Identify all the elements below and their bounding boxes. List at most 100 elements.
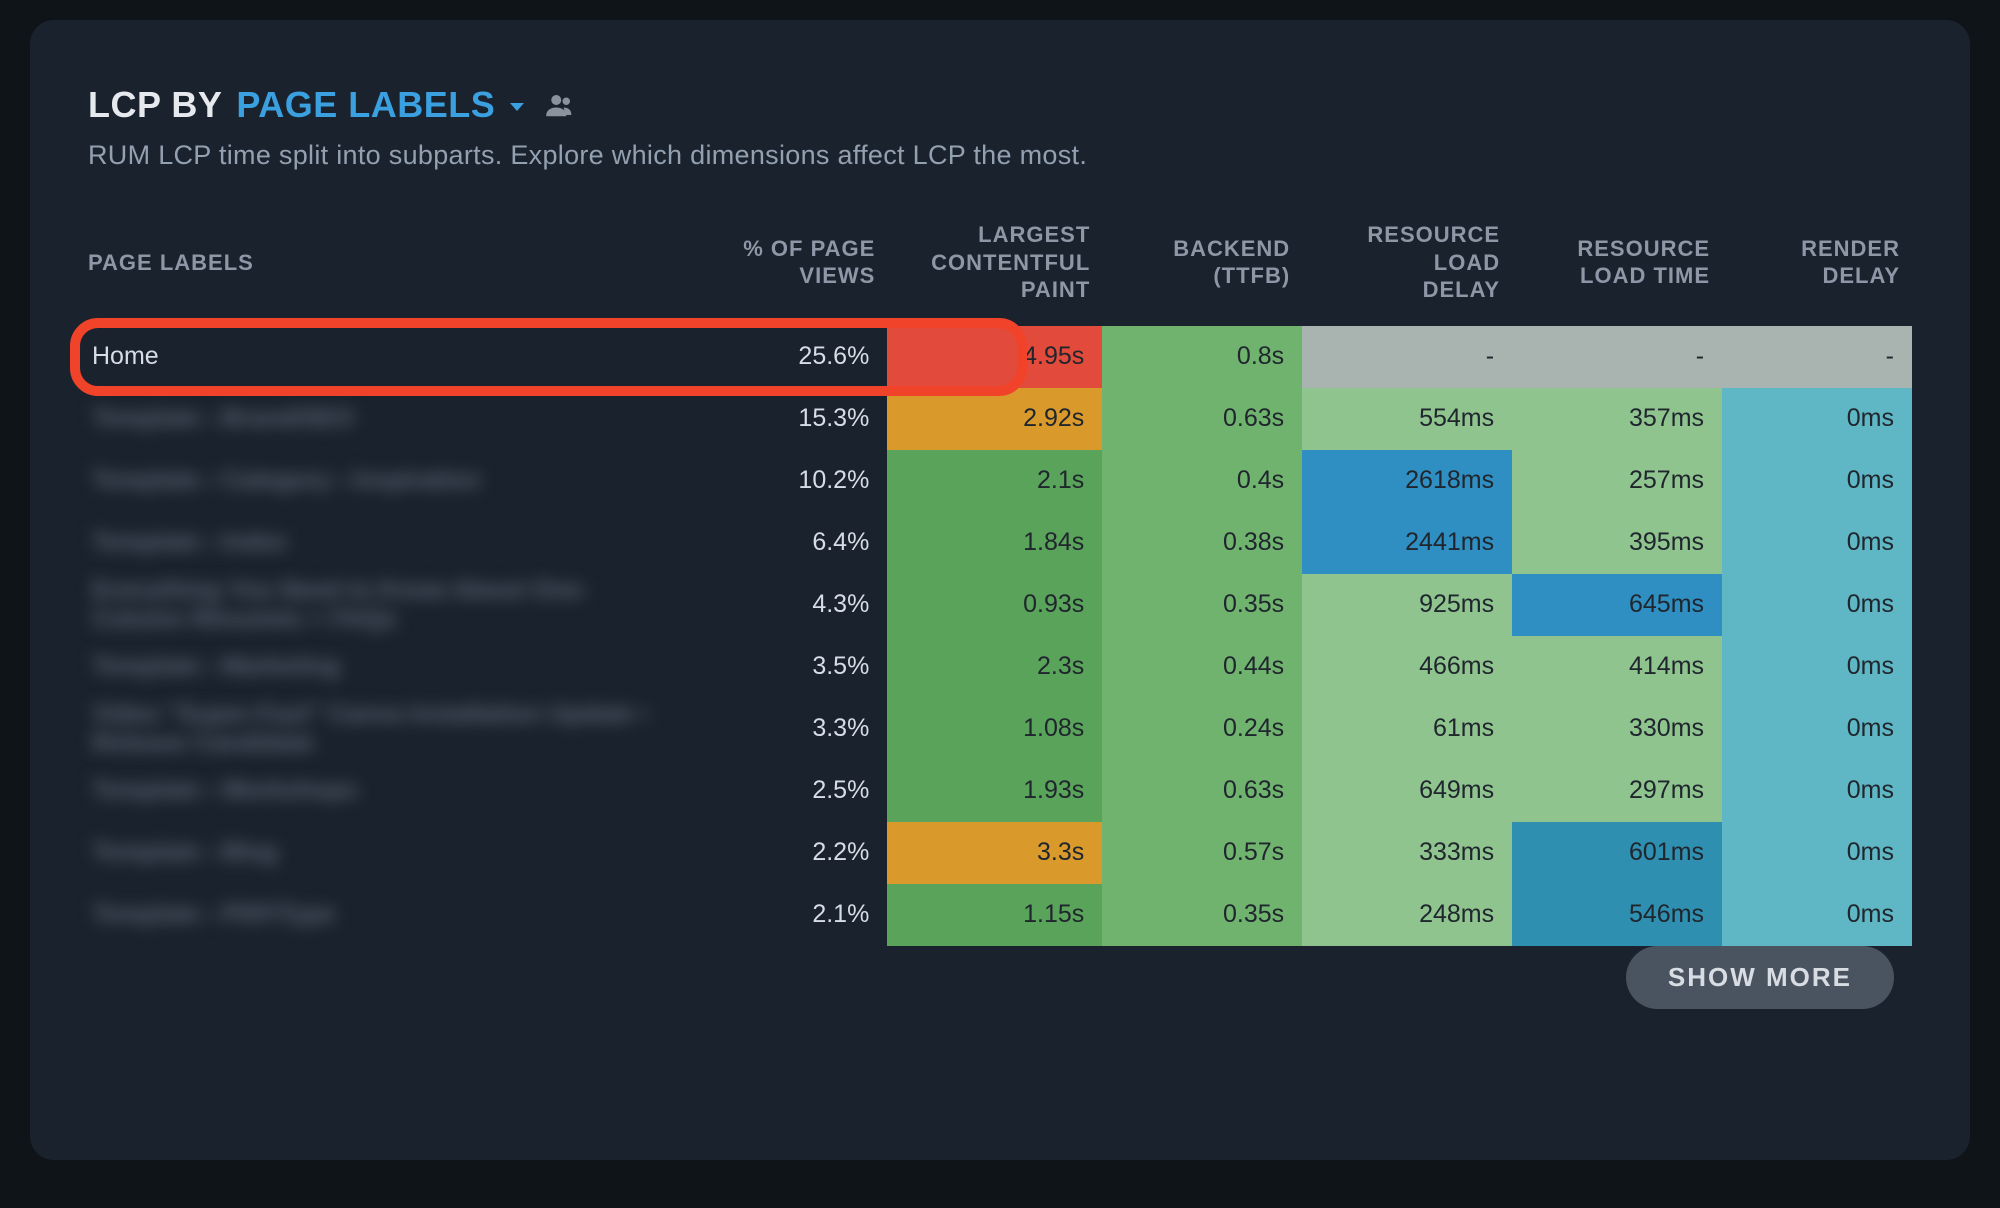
- cell-lcp: 4.95s: [887, 326, 1102, 388]
- table-row[interactable]: Template › Workshops2.5%1.93s0.63s649ms2…: [88, 760, 1912, 822]
- redacted-label: Video "Super-Fast" Canva Installation Up…: [92, 700, 659, 758]
- lcp-table: PAGE LABELS % OF PAGEVIEWS LARGESTCONTEN…: [88, 211, 1912, 1009]
- redacted-label: Template › Brand/SEO: [92, 404, 354, 433]
- users-icon[interactable]: [545, 90, 575, 120]
- dimension-dropdown[interactable]: PAGE LABELS: [236, 84, 525, 126]
- col-header-backend[interactable]: BACKEND(TTFB): [1102, 211, 1302, 326]
- cell-pct-views: 3.5%: [677, 636, 887, 698]
- panel-subtitle: RUM LCP time split into subparts. Explor…: [88, 140, 1912, 171]
- cell-render-delay: 0ms: [1722, 574, 1912, 636]
- cell-backend: 0.63s: [1102, 388, 1302, 450]
- table-row[interactable]: Home25.6%4.95s0.8s---: [88, 326, 1912, 388]
- cell-resource-load-time: 357ms: [1512, 388, 1722, 450]
- cell-pct-views: 15.3%: [677, 388, 887, 450]
- cell-pct-views: 2.1%: [677, 884, 887, 946]
- cell-resource-load-delay: 333ms: [1302, 822, 1512, 884]
- col-header-lcp[interactable]: LARGESTCONTENTFULPAINT: [887, 211, 1102, 326]
- cell-resource-load-delay: 925ms: [1302, 574, 1512, 636]
- cell-render-delay: 0ms: [1722, 884, 1912, 946]
- redacted-label: Template › PDF/Type: [92, 900, 336, 929]
- cell-render-delay: 0ms: [1722, 822, 1912, 884]
- table-body: Home25.6%4.95s0.8s---Template › Brand/SE…: [88, 326, 1912, 946]
- cell-page-label: Video "Super-Fast" Canva Installation Up…: [88, 698, 677, 760]
- chevron-down-icon: [505, 95, 525, 115]
- table-row[interactable]: Template › Index6.4%1.84s0.38s2441ms395m…: [88, 512, 1912, 574]
- cell-page-label: Template › Brand/SEO: [88, 388, 677, 450]
- cell-pct-views: 2.2%: [677, 822, 887, 884]
- table-row[interactable]: Template › Blog 2.2%3.3s0.57s333ms601ms0m…: [88, 822, 1912, 884]
- cell-lcp: 1.84s: [887, 512, 1102, 574]
- col-header-page-labels[interactable]: PAGE LABELS: [88, 211, 677, 326]
- cell-render-delay: 0ms: [1722, 388, 1912, 450]
- cell-resource-load-time: 601ms: [1512, 822, 1722, 884]
- cell-lcp: 2.1s: [887, 450, 1102, 512]
- cell-page-label: Template › Index: [88, 512, 677, 574]
- cell-resource-load-delay: 2441ms: [1302, 512, 1512, 574]
- cell-pct-views: 10.2%: [677, 450, 887, 512]
- cell-pct-views: 3.3%: [677, 698, 887, 760]
- cell-backend: 0.44s: [1102, 636, 1302, 698]
- cell-resource-load-delay: 649ms: [1302, 760, 1512, 822]
- cell-resource-load-delay: -: [1302, 326, 1512, 388]
- panel-title-row: LCP BY PAGE LABELS: [88, 84, 1912, 126]
- cell-page-label: Template › PDF/Type: [88, 884, 677, 946]
- dimension-dropdown-label: PAGE LABELS: [236, 84, 495, 126]
- col-header-resource-load-time[interactable]: RESOURCELOAD TIME: [1512, 211, 1722, 326]
- cell-backend: 0.35s: [1102, 884, 1302, 946]
- cell-lcp: 2.3s: [887, 636, 1102, 698]
- cell-render-delay: 0ms: [1722, 698, 1912, 760]
- cell-resource-load-time: 330ms: [1512, 698, 1722, 760]
- cell-page-label: Template › Marketing: [88, 636, 677, 698]
- col-header-render-delay[interactable]: RENDERDELAY: [1722, 211, 1912, 326]
- redacted-label: Template › Marketing: [92, 652, 340, 681]
- cell-resource-load-time: 395ms: [1512, 512, 1722, 574]
- cell-page-label: Home: [88, 326, 677, 388]
- cell-page-label: Everything You Need to Know About One-Co…: [88, 574, 677, 636]
- cell-pct-views: 2.5%: [677, 760, 887, 822]
- col-header-pct-views[interactable]: % OF PAGEVIEWS: [677, 211, 887, 326]
- cell-render-delay: -: [1722, 326, 1912, 388]
- table-row[interactable]: Template › Brand/SEO 15.3%2.92s0.63s554ms…: [88, 388, 1912, 450]
- cell-lcp: 0.93s: [887, 574, 1102, 636]
- col-header-resource-load-delay[interactable]: RESOURCELOADDELAY: [1302, 211, 1512, 326]
- cell-pct-views: 6.4%: [677, 512, 887, 574]
- cell-resource-load-time: -: [1512, 326, 1722, 388]
- cell-lcp: 1.15s: [887, 884, 1102, 946]
- cell-resource-load-delay: 2618ms: [1302, 450, 1512, 512]
- cell-resource-load-time: 414ms: [1512, 636, 1722, 698]
- cell-render-delay: 0ms: [1722, 512, 1912, 574]
- cell-resource-load-time: 297ms: [1512, 760, 1722, 822]
- lcp-panel: LCP BY PAGE LABELS RUM LCP time split in…: [30, 20, 1970, 1160]
- cell-page-label: Template › Blog: [88, 822, 677, 884]
- cell-lcp: 1.08s: [887, 698, 1102, 760]
- cell-resource-load-delay: 554ms: [1302, 388, 1512, 450]
- redacted-label: Template › Index: [92, 528, 287, 557]
- cell-resource-load-delay: 466ms: [1302, 636, 1512, 698]
- table-row[interactable]: Video "Super-Fast" Canva Installation Up…: [88, 698, 1912, 760]
- cell-resource-load-time: 257ms: [1512, 450, 1722, 512]
- table-row[interactable]: Template › Category › Inspiration 10.2%2.…: [88, 450, 1912, 512]
- cell-backend: 0.63s: [1102, 760, 1302, 822]
- cell-lcp: 2.92s: [887, 388, 1102, 450]
- cell-render-delay: 0ms: [1722, 450, 1912, 512]
- cell-pct-views: 25.6%: [677, 326, 887, 388]
- cell-page-label: Template › Workshops: [88, 760, 677, 822]
- cell-backend: 0.57s: [1102, 822, 1302, 884]
- redacted-label: Template › Blog: [92, 838, 278, 867]
- show-more-button[interactable]: SHOW MORE: [1626, 946, 1894, 1009]
- cell-backend: 0.8s: [1102, 326, 1302, 388]
- redacted-label: Template › Workshops: [92, 776, 358, 805]
- cell-pct-views: 4.3%: [677, 574, 887, 636]
- cell-resource-load-time: 645ms: [1512, 574, 1722, 636]
- cell-resource-load-delay: 248ms: [1302, 884, 1512, 946]
- cell-resource-load-time: 546ms: [1512, 884, 1722, 946]
- panel-title-prefix: LCP BY: [88, 84, 222, 126]
- redacted-label: Everything You Need to Know About One-Co…: [92, 576, 659, 634]
- cell-lcp: 3.3s: [887, 822, 1102, 884]
- cell-backend: 0.35s: [1102, 574, 1302, 636]
- table-row[interactable]: Template › PDF/Type 2.1%1.15s0.35s248ms54…: [88, 884, 1912, 946]
- table-row[interactable]: Template › Marketing 3.5%2.3s0.44s466ms41…: [88, 636, 1912, 698]
- redacted-label: Template › Category › Inspiration: [92, 466, 480, 495]
- cell-render-delay: 0ms: [1722, 760, 1912, 822]
- table-row[interactable]: Everything You Need to Know About One-Co…: [88, 574, 1912, 636]
